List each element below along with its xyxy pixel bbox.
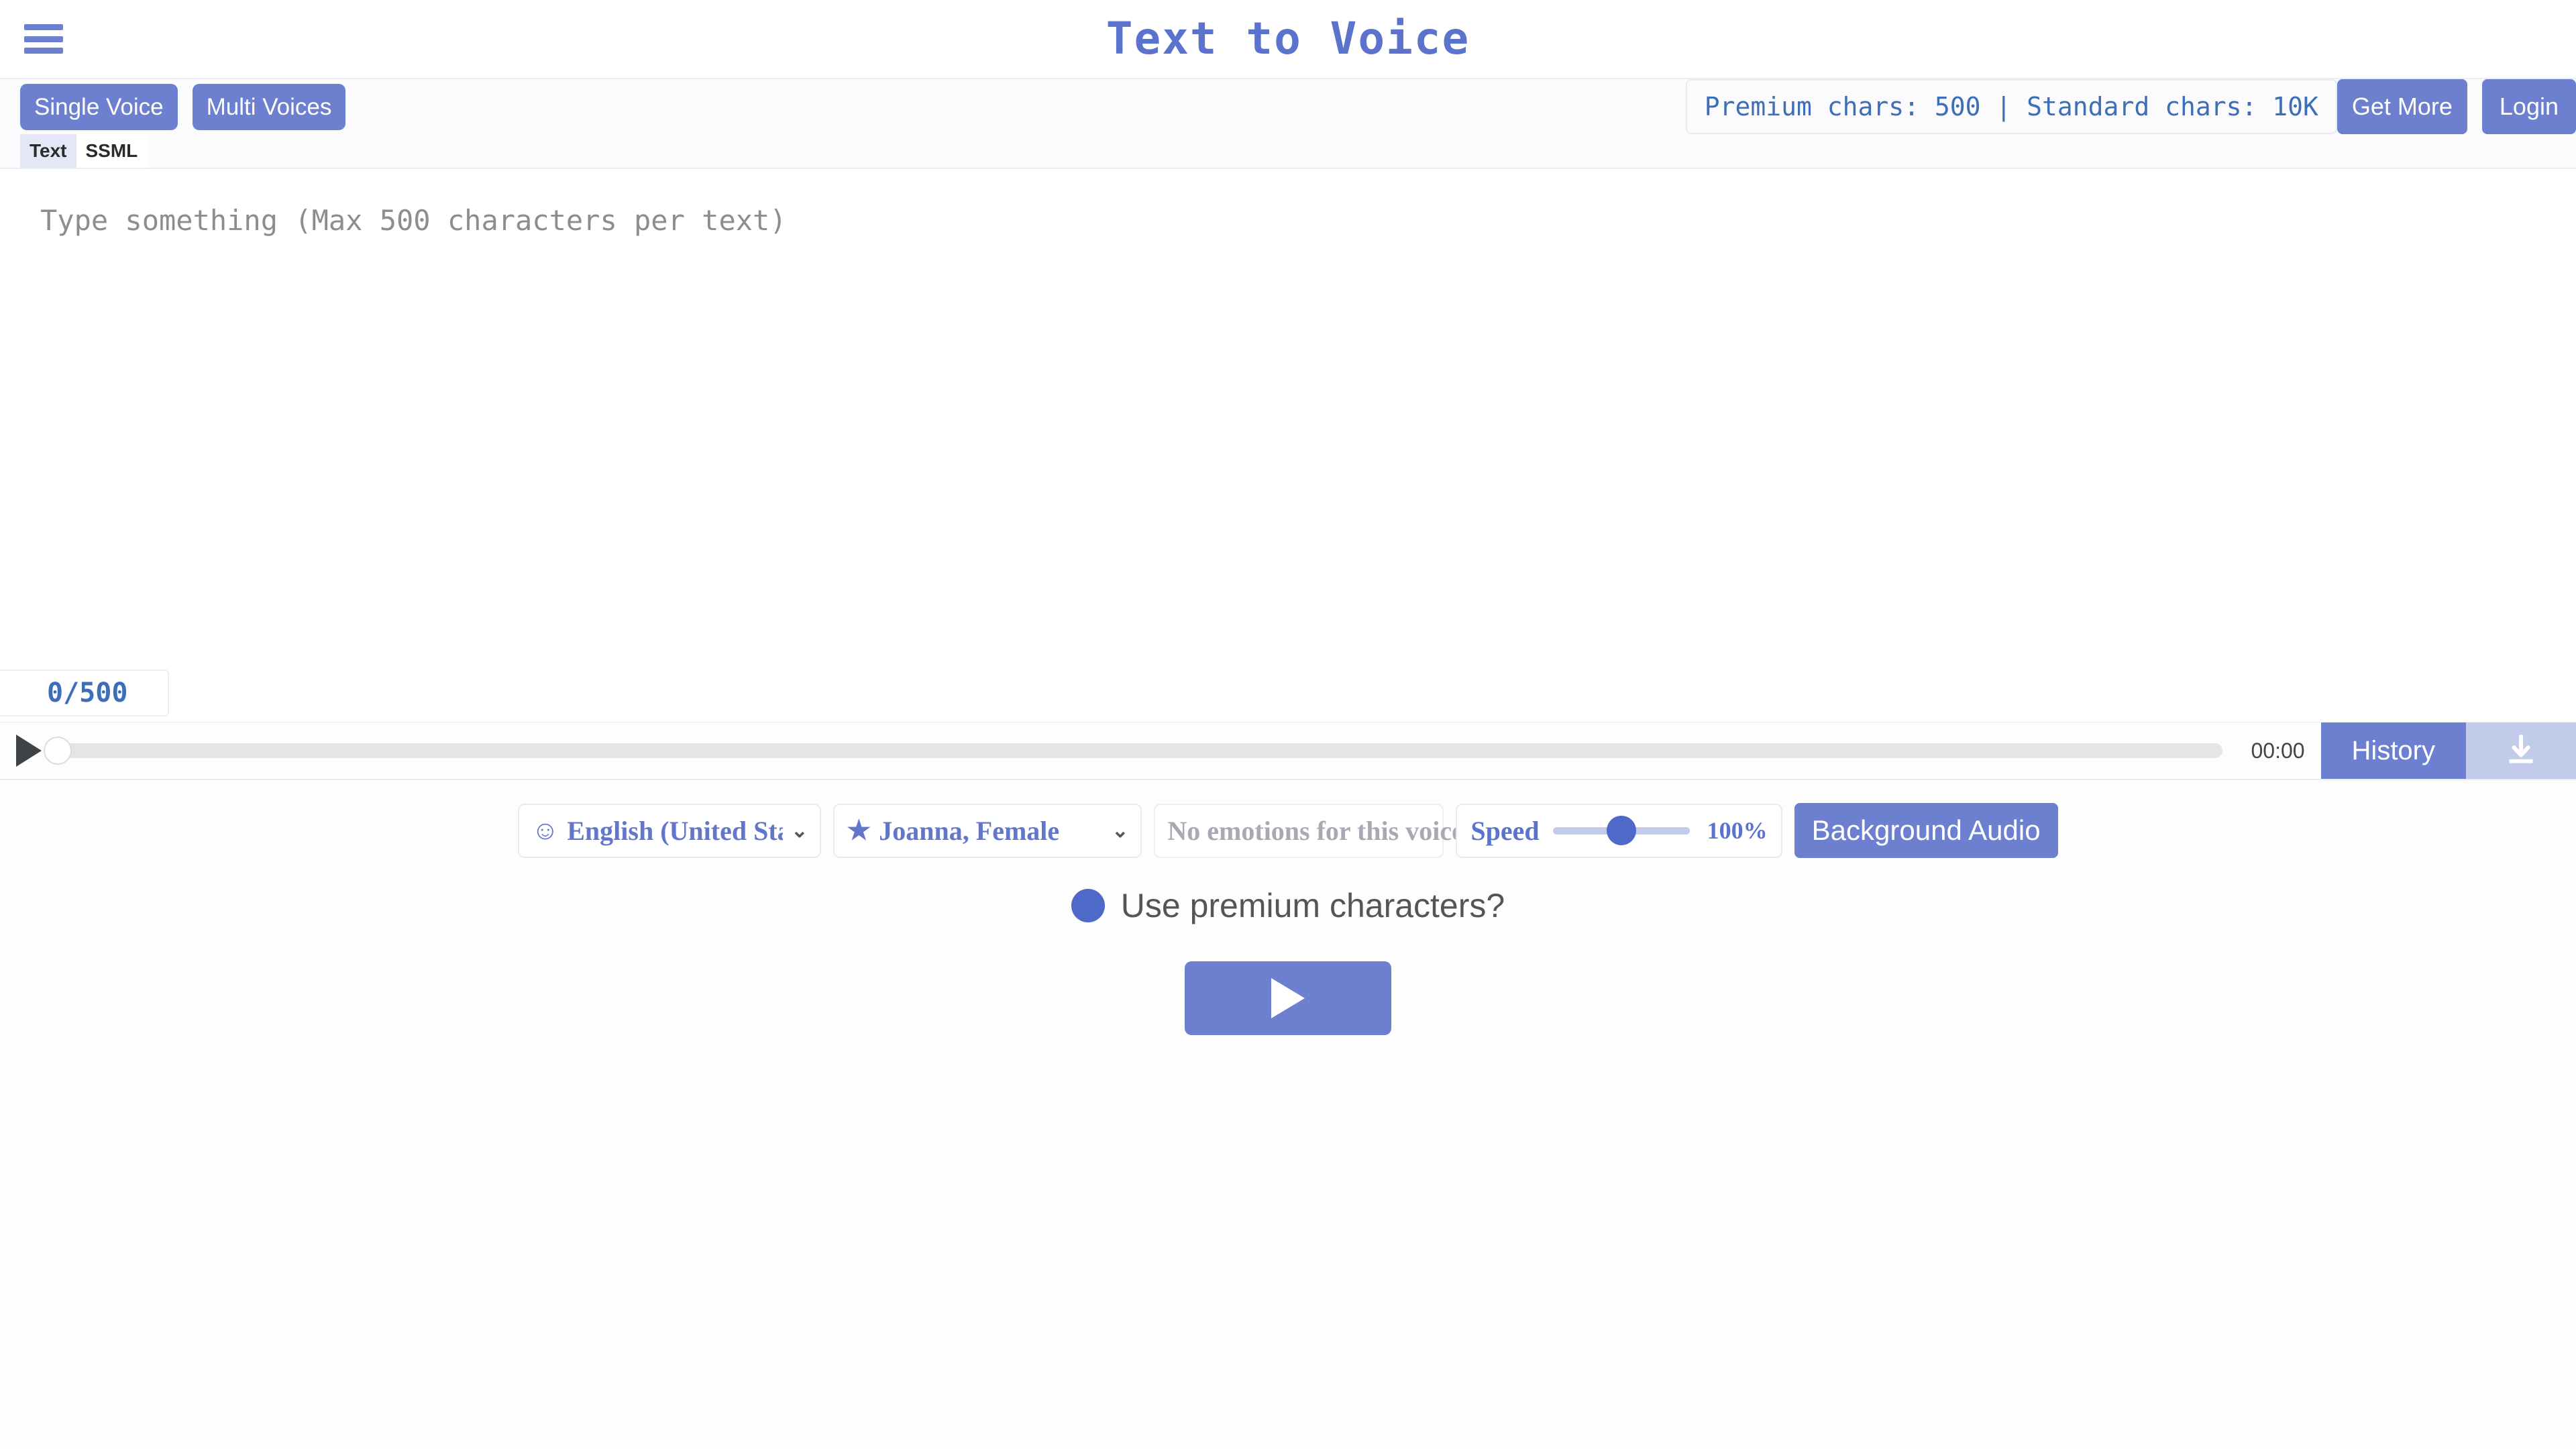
voice-mode-button-group: Single Voice Multi Voices bbox=[20, 83, 346, 130]
get-more-button[interactable]: Get More bbox=[2337, 79, 2467, 134]
account-controls: Premium chars: 500 | Standard chars: 10K… bbox=[1685, 79, 2576, 134]
download-icon bbox=[2509, 734, 2533, 763]
single-voice-button[interactable]: Single Voice bbox=[20, 83, 178, 130]
language-select[interactable]: ☺ English (United Sta ⌄ bbox=[518, 803, 822, 858]
speed-label: Speed bbox=[1470, 815, 1540, 846]
chevron-down-icon: ⌄ bbox=[1112, 819, 1129, 842]
emotion-select-value: No emotions for this voice bbox=[1167, 815, 1464, 846]
multi-voices-button[interactable]: Multi Voices bbox=[192, 83, 346, 130]
history-button[interactable]: History bbox=[2320, 722, 2466, 779]
playback-time: 00:00 bbox=[2251, 738, 2305, 763]
tab-text[interactable]: Text bbox=[20, 134, 76, 168]
hamburger-menu-icon[interactable] bbox=[19, 20, 68, 58]
speed-value: 100% bbox=[1707, 817, 1768, 844]
hamburger-bar-1 bbox=[24, 24, 63, 30]
language-select-value: English (United Sta bbox=[567, 815, 784, 846]
premium-characters-toggle[interactable] bbox=[1071, 889, 1105, 922]
tab-ssml[interactable]: SSML bbox=[76, 134, 148, 168]
login-button[interactable]: Login bbox=[2481, 79, 2576, 134]
voice-controls-row: ☺ English (United Sta ⌄ ★ Joanna, Female… bbox=[0, 780, 2576, 858]
text-to-voice-app: Text to Voice Single Voice Multi Voices … bbox=[0, 0, 2576, 1449]
generate-speech-button[interactable] bbox=[1185, 961, 1391, 1035]
action-bar: Single Voice Multi Voices Premium chars:… bbox=[0, 79, 2576, 134]
voice-select-value: Joanna, Female bbox=[879, 815, 1060, 846]
premium-characters-row: Use premium characters? bbox=[0, 858, 2576, 925]
bottom-spacer bbox=[0, 1035, 2576, 1449]
star-icon: ★ bbox=[847, 815, 871, 845]
page-title: Text to Voice bbox=[1106, 13, 1470, 64]
text-input[interactable] bbox=[0, 169, 2576, 722]
play-icon bbox=[1271, 978, 1305, 1018]
background-audio-button[interactable]: Background Audio bbox=[1794, 803, 2058, 858]
seek-bar[interactable] bbox=[44, 722, 2235, 779]
seek-track[interactable] bbox=[44, 737, 2223, 765]
character-credits-display: Premium chars: 500 | Standard chars: 10K bbox=[1685, 79, 2337, 134]
editor-area: 0/500 bbox=[0, 169, 2576, 722]
audio-player-bar: 00:00 History bbox=[0, 722, 2576, 780]
play-icon bbox=[16, 735, 42, 767]
download-button[interactable] bbox=[2466, 722, 2576, 779]
seek-thumb[interactable] bbox=[44, 737, 72, 765]
top-bar: Text to Voice bbox=[0, 0, 2576, 79]
character-counter: 0/500 bbox=[0, 669, 169, 716]
speed-control: Speed 100% bbox=[1456, 803, 1782, 858]
hamburger-bar-3 bbox=[24, 48, 63, 54]
smiley-icon: ☺ bbox=[531, 815, 559, 845]
speed-slider-thumb[interactable] bbox=[1606, 816, 1636, 845]
emotion-select[interactable]: No emotions for this voice ⌄ bbox=[1154, 803, 1489, 858]
hamburger-bar-2 bbox=[24, 36, 63, 42]
premium-characters-label: Use premium characters? bbox=[1120, 887, 1505, 924]
editor-tab-strip: Text SSML bbox=[0, 134, 2576, 169]
chevron-down-icon: ⌄ bbox=[791, 819, 808, 842]
generate-row bbox=[0, 925, 2576, 1035]
speed-slider[interactable] bbox=[1552, 816, 1690, 845]
voice-select[interactable]: ★ Joanna, Female ⌄ bbox=[833, 803, 1142, 858]
